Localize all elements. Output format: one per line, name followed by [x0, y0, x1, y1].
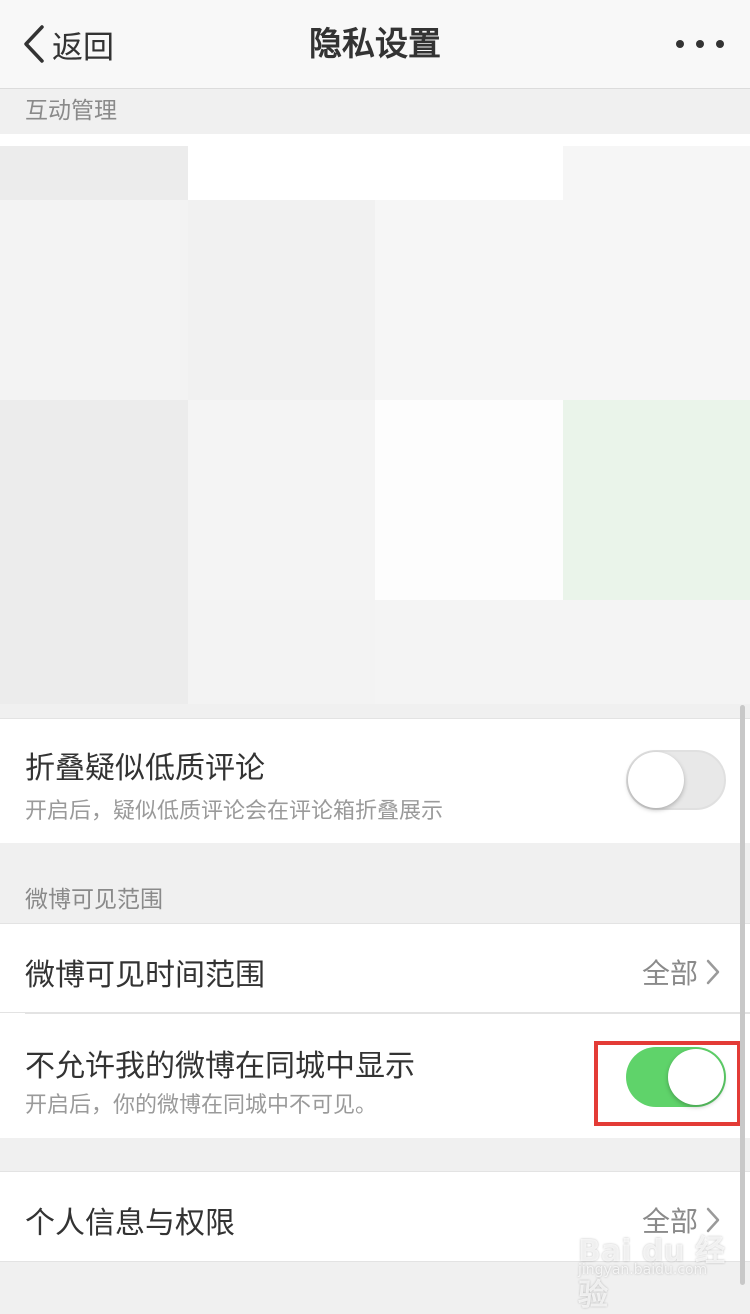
mosaic-cell: [375, 400, 563, 600]
row-title: 折叠疑似低质评论: [25, 743, 265, 787]
pixelated-content: [0, 146, 750, 704]
mosaic-cell: [375, 600, 563, 704]
mosaic-cell: [563, 400, 750, 600]
row-value: 全部: [642, 952, 720, 992]
mosaic-cell: [563, 146, 750, 200]
section-spacer: [0, 1138, 750, 1171]
section-label: 互动管理: [25, 91, 117, 125]
watermark: Bai du 经验 jingyan.baidu.com: [574, 1222, 744, 1282]
divider: [25, 1013, 750, 1014]
mosaic-cell: [563, 200, 750, 400]
mosaic-cell: [375, 200, 563, 400]
chevron-right-icon: [706, 959, 720, 985]
mosaic-cell: [188, 600, 376, 704]
toggle-knob: [628, 752, 684, 808]
mosaic-top-strip: [0, 134, 750, 146]
mosaic-cell: [0, 400, 188, 600]
row-title: 微博可见时间范围: [25, 950, 265, 994]
fold-comments-toggle[interactable]: [626, 750, 726, 810]
mosaic-cell: [0, 600, 188, 704]
nav-bar: 返回 隐私设置: [0, 0, 750, 89]
row-visible-time-range[interactable]: 微博可见时间范围 全部: [0, 923, 750, 1013]
row-subtitle: 开启后，你的微博在同城中不可见。: [25, 1087, 377, 1119]
mosaic-cell: [0, 200, 188, 400]
page-title: 隐私设置: [0, 22, 750, 66]
highlight-box: [594, 1041, 741, 1126]
scrollbar[interactable]: [740, 705, 745, 1285]
more-options-icon[interactable]: [676, 36, 724, 52]
section-header-interaction: 互动管理: [0, 89, 750, 134]
row-title: 个人信息与权限: [25, 1198, 235, 1242]
row-title: 不允许我的微博在同城中显示: [25, 1041, 415, 1085]
watermark-url: jingyan.baidu.com: [578, 1262, 707, 1278]
section-header-visibility: 微博可见范围: [0, 843, 750, 923]
mosaic-cell: [375, 146, 563, 200]
mosaic-cell: [563, 600, 750, 704]
section-label: 微博可见范围: [25, 880, 163, 914]
row-subtitle: 开启后，疑似低质评论会在评论箱折叠展示: [25, 793, 443, 825]
mosaic-cell: [0, 146, 188, 200]
mosaic-cell: [188, 200, 376, 400]
row-fold-comments[interactable]: 折叠疑似低质评论 开启后，疑似低质评论会在评论箱折叠展示: [0, 718, 750, 844]
mosaic-cell: [188, 146, 376, 200]
value-label: 全部: [642, 952, 698, 992]
mosaic-cell: [188, 400, 376, 600]
